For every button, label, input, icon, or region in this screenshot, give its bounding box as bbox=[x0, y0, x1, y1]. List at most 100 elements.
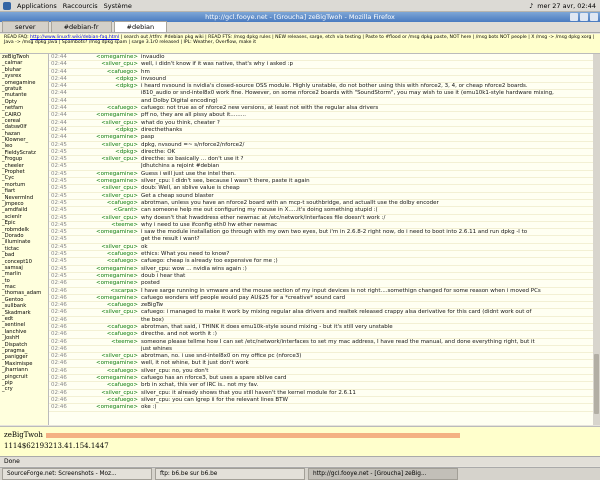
chat-nick[interactable]: <silver_cpu> bbox=[73, 244, 141, 250]
chat-nick[interactable]: <teeme> bbox=[73, 222, 141, 228]
chat-nick[interactable]: <scarpa> bbox=[73, 288, 141, 294]
chat-nick[interactable]: <dpkg> bbox=[73, 76, 141, 82]
chat-message: and Dolby Digital encoding) bbox=[141, 97, 218, 104]
chat-nick[interactable]: <silver_cpu> bbox=[73, 120, 141, 126]
taskbar-item-sourceforge[interactable]: SourceForge.net: Screenshots - Moz... bbox=[2, 468, 152, 480]
chat-nick[interactable]: <cafuego> bbox=[73, 251, 141, 257]
chat-time: 02:45 bbox=[51, 272, 67, 279]
chat-nick[interactable]: <silver_cpu> bbox=[73, 215, 141, 221]
chat-nick[interactable]: <cafuego> bbox=[73, 105, 141, 111]
chat-nick[interactable]: <cafuego> bbox=[73, 200, 141, 206]
tab-debian[interactable]: #debian bbox=[113, 21, 168, 32]
chat-nick[interactable]: <omegamine> bbox=[73, 54, 141, 60]
menu-systeme[interactable]: Système bbox=[104, 2, 132, 10]
chat-nick[interactable]: <omegamine> bbox=[73, 171, 141, 177]
chat-message: the box) bbox=[141, 316, 164, 323]
chat-nick[interactable]: <omegamine> bbox=[73, 134, 141, 140]
chat-log[interactable]: 02:44 <omegamine> invaudio 02:44 <silver_cpu… bbox=[49, 54, 593, 425]
nick-list[interactable]: zeBigTwoh _calmar _bluhar _sysrex _omegamine… bbox=[0, 54, 49, 425]
chat-nick[interactable]: <silver_cpu> bbox=[73, 61, 141, 67]
chat-nick[interactable]: <silver_cpu> bbox=[73, 193, 141, 199]
chat-line: 02:46 <teeme> someone please tellme how I … bbox=[49, 339, 593, 346]
chat-time: 02:46 bbox=[51, 316, 67, 323]
nick-item[interactable]: _cry bbox=[0, 386, 48, 392]
maximize-icon[interactable] bbox=[580, 13, 588, 21]
chat-time: 02:45 bbox=[51, 236, 67, 243]
chat-line: 02:46 <silver_cpu> cafuego: i managed to m… bbox=[49, 309, 593, 317]
chat-line: 02:44 <dpkg> invsound bbox=[49, 76, 593, 84]
chat-nick[interactable]: <cafuego> bbox=[73, 368, 141, 374]
chat-message: directhe: so basically ... don't use it … bbox=[141, 156, 244, 163]
chat-nick[interactable] bbox=[73, 346, 141, 352]
close-icon[interactable] bbox=[590, 13, 598, 21]
chat-time: 02:46 bbox=[51, 375, 67, 382]
chat-time: 02:45 bbox=[51, 207, 67, 214]
chat-nick[interactable]: <silver_cpu> bbox=[73, 142, 141, 148]
chat-time: 02:45 bbox=[51, 229, 67, 236]
chat-nick[interactable]: <Grant> bbox=[73, 207, 141, 213]
chat-line: 02:46 <cafuego> directhe. and not worth it… bbox=[49, 331, 593, 339]
tab-server[interactable]: server bbox=[2, 21, 49, 32]
chat-line: 02:45 <omegamine> i saw the module install… bbox=[49, 229, 593, 237]
chat-nick[interactable]: <dpkg> bbox=[73, 83, 141, 89]
volume-icon[interactable]: ♪ bbox=[529, 2, 533, 10]
chat-nick[interactable]: <omegamine> bbox=[73, 404, 141, 410]
chat-nick[interactable]: <cafuego> bbox=[73, 397, 141, 403]
chat-message: ethics: What you need to know? bbox=[141, 251, 230, 258]
menu-raccourcis[interactable]: Raccourcis bbox=[63, 2, 98, 10]
tab-debian-fr[interactable]: #debian-fr bbox=[50, 21, 112, 32]
chat-nick[interactable]: <cafuego> bbox=[73, 382, 141, 388]
chat-nick[interactable]: <omegamine> bbox=[73, 295, 141, 301]
chat-nick[interactable]: <dpkg> bbox=[73, 127, 141, 133]
chat-nick[interactable] bbox=[73, 236, 141, 242]
chat-nick[interactable]: <silver_cpu> bbox=[73, 353, 141, 359]
chat-time: 02:46 bbox=[51, 294, 67, 301]
chat-nick[interactable]: <omegamine> bbox=[73, 280, 141, 286]
chat-nick[interactable]: <silver_cpu> bbox=[73, 309, 141, 315]
chat-nick[interactable]: <omegamine> bbox=[73, 178, 141, 184]
chat-message: well, it not whine, but it just don't wo… bbox=[141, 360, 249, 367]
chat-message: silver_cpu: it already shows that you st… bbox=[141, 389, 356, 396]
chat-line: 02:46 <omegamine> cafuego has an nforce3, … bbox=[49, 375, 593, 383]
chat-nick[interactable]: <dpkg> bbox=[73, 149, 141, 155]
chat-nick[interactable]: <cafuego> bbox=[73, 69, 141, 75]
menu-applications[interactable]: Applications bbox=[17, 2, 57, 10]
scrollbar-thumb[interactable] bbox=[594, 354, 599, 414]
nick-item[interactable]: _thomas_adam bbox=[0, 290, 48, 296]
chat-nick[interactable]: <silver_cpu> bbox=[73, 156, 141, 162]
message-input[interactable] bbox=[46, 433, 460, 438]
taskbar-item-ftp[interactable]: ftp: b6.be sur b6.be bbox=[155, 468, 305, 480]
chat-nick[interactable]: <omegamine> bbox=[73, 112, 141, 118]
chat-nick[interactable]: <omegamine> bbox=[73, 266, 141, 272]
chat-time: 02:44 bbox=[51, 61, 67, 68]
chat-nick[interactable]: <omegamine> bbox=[73, 360, 141, 366]
chat-nick[interactable]: <cafuego> bbox=[73, 302, 141, 308]
chat-line: 02:44 <omegamine> pff no, they are all pis… bbox=[49, 112, 593, 120]
chat-time: 02:44 bbox=[51, 54, 67, 60]
chat-nick[interactable]: <cafuego> bbox=[73, 324, 141, 330]
chat-nick[interactable]: <cafuego> bbox=[73, 331, 141, 337]
chat-scrollbar[interactable] bbox=[593, 54, 600, 425]
chat-nick[interactable] bbox=[73, 90, 141, 96]
chat-nick[interactable] bbox=[73, 163, 141, 169]
task-label: ftp: b6.be sur b6.be bbox=[160, 471, 218, 477]
chat-line: 02:44 <cafuego> cafuego: not true as of nf… bbox=[49, 105, 593, 113]
chat-nick[interactable]: <teeme> bbox=[73, 339, 141, 345]
taskbar-item-firefox[interactable]: http://gcl.fooye.net - [Groucha] zeBig..… bbox=[308, 468, 458, 480]
chat-nick[interactable] bbox=[73, 98, 141, 104]
channel-topic: READ FAQ: http://www.linuxfr.wiki/debian… bbox=[0, 34, 600, 54]
clock[interactable]: mer 27 avr, 02:44 bbox=[537, 2, 596, 10]
chat-nick[interactable]: <omegamine> bbox=[73, 229, 141, 235]
chat-nick[interactable]: <silver_cpu> bbox=[73, 185, 141, 191]
chat-nick[interactable]: <omegamine> bbox=[73, 273, 141, 279]
minimize-icon[interactable] bbox=[570, 13, 578, 21]
chat-nick[interactable]: <omegamine> bbox=[73, 375, 141, 381]
chat-message: Jdhutchins a rejoint #debian bbox=[141, 163, 220, 170]
chat-nick[interactable] bbox=[73, 317, 141, 323]
chat-line: 02:46 the box) bbox=[49, 317, 593, 324]
chat-message: why i need to use ifconfig eth0 hw ether… bbox=[141, 221, 278, 228]
chat-nick[interactable]: <silver_cpu> bbox=[73, 390, 141, 396]
chat-message: just whines bbox=[141, 345, 173, 352]
chat-time: 02:45 bbox=[51, 156, 67, 163]
chat-nick[interactable]: <cafuego> bbox=[73, 258, 141, 264]
